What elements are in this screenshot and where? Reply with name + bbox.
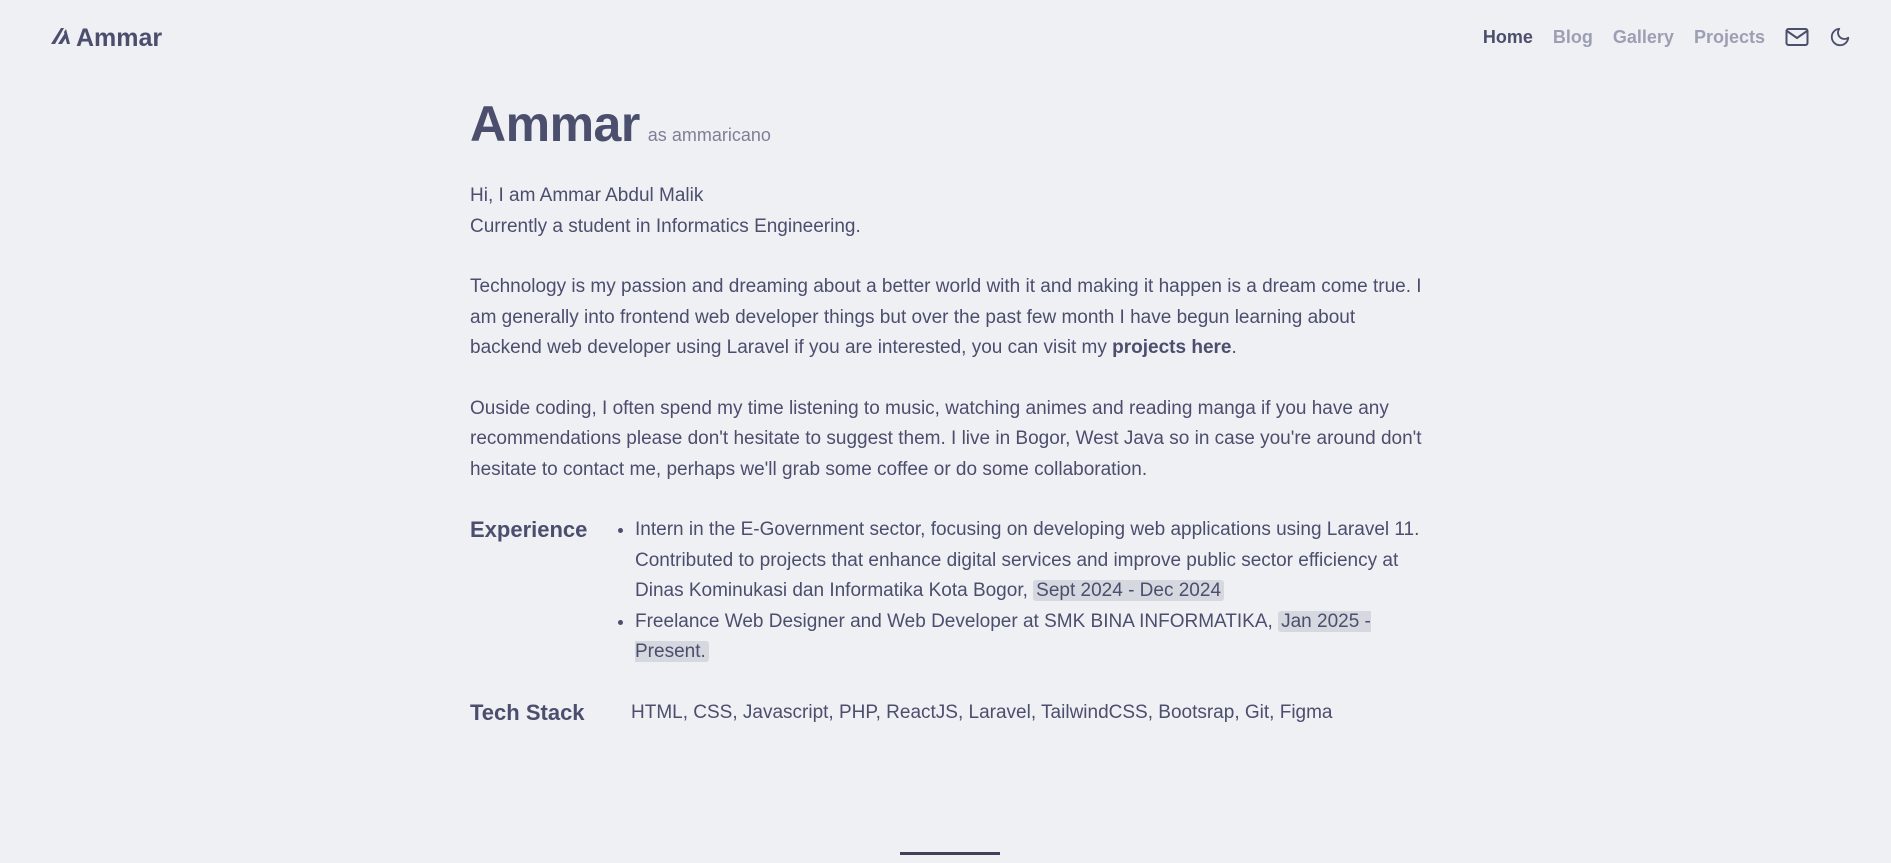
section-divider [900, 852, 1000, 855]
passion-text: Technology is my passion and dreaming ab… [470, 276, 1422, 358]
experience-date: Sept 2024 - Dec 2024 [1033, 580, 1225, 601]
experience-item: Intern in the E-Government sector, focus… [635, 515, 1430, 607]
tech-stack-section: Tech Stack HTML, CSS, Javascript, PHP, R… [470, 698, 1430, 729]
passion-end: . [1231, 337, 1237, 358]
experience-text: Intern in the E-Government sector, focus… [635, 519, 1420, 601]
tech-stack-value: HTML, CSS, Javascript, PHP, ReactJS, Lar… [631, 701, 1333, 723]
intro-paragraph: Hi, I am Ammar Abdul Malik Currently a s… [470, 181, 1430, 242]
handle-link[interactable]: ammaricano [672, 125, 771, 145]
experience-label: Experience [470, 517, 588, 542]
logo-link[interactable]: Ammar [50, 24, 162, 53]
nav-blog[interactable]: Blog [1553, 27, 1593, 48]
nav-projects[interactable]: Projects [1694, 27, 1765, 48]
projects-link[interactable]: projects here [1112, 337, 1231, 358]
experience-text: Freelance Web Designer and Web Developer… [635, 610, 1279, 632]
intro-line-2: Currently a student in Informatics Engin… [470, 215, 861, 237]
handle-line: as ammaricano [648, 125, 771, 146]
as-label: as [647, 125, 667, 145]
logo-icon [50, 24, 72, 53]
mail-icon[interactable] [1785, 27, 1809, 47]
nav-links: Home Blog Gallery Projects [1483, 26, 1851, 48]
experience-list: Intern in the E-Government sector, focus… [615, 515, 1430, 668]
logo-text: Ammar [76, 24, 163, 52]
top-nav: Ammar Home Blog Gallery Projects [0, 0, 1891, 78]
passion-paragraph: Technology is my passion and dreaming ab… [470, 272, 1430, 364]
experience-item: Freelance Web Designer and Web Developer… [635, 607, 1430, 668]
nav-home[interactable]: Home [1483, 27, 1533, 48]
hobbies-paragraph: Ouside coding, I often spend my time lis… [470, 397, 1422, 480]
experience-section: Experience Intern in the E-Government se… [470, 515, 1430, 668]
name-heading: Ammar [470, 96, 640, 152]
main-content: Ammar as ammaricano Hi, I am Ammar Abdul… [470, 95, 1430, 728]
moon-icon[interactable] [1829, 26, 1851, 48]
nav-gallery[interactable]: Gallery [1613, 27, 1674, 48]
intro-line-1: Hi, I am Ammar Abdul Malik [470, 185, 704, 206]
tech-stack-label: Tech Stack [470, 699, 585, 725]
page-title: Ammar as ammaricano [470, 95, 1430, 153]
